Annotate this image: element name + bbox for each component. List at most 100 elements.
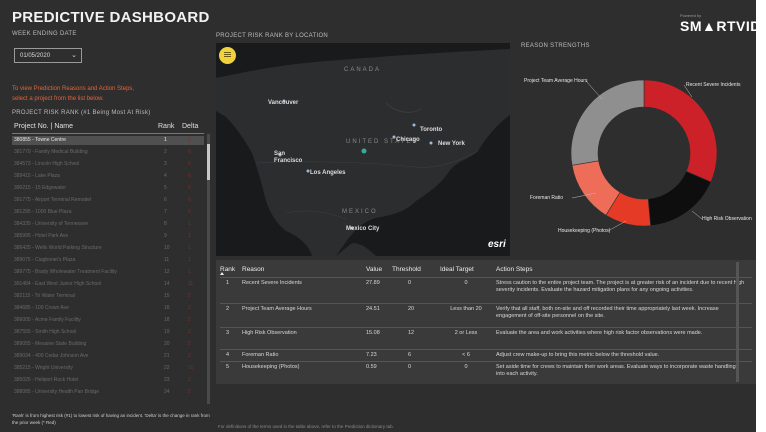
donut-leader-line (607, 220, 627, 232)
map-label-city: Toronto (420, 127, 443, 133)
project-row[interactable]: 380855 - Towne Centre 1 0 (12, 136, 204, 145)
project-row[interactable]: 385995 - Hotel Park Ave 9 1 (12, 232, 204, 241)
project-delta: 0 (188, 137, 191, 143)
reason-name: Foreman Ratio (242, 352, 279, 358)
map-label-country: MEXICO (342, 209, 378, 215)
rank-footnote: 'Rank' is from highest risk (#1) to lowe… (12, 413, 210, 425)
project-row[interactable]: 382115 - Tri Water Terminal 15 2 (12, 292, 204, 301)
column-header-reason[interactable]: Reason (242, 266, 264, 273)
project-map[interactable]: CANADA UNITED STATES MEXICO Vancouver To… (216, 43, 510, 256)
project-rank: 20 (164, 341, 170, 347)
scrollbar-thumb[interactable] (207, 144, 210, 180)
project-rank: 11 (164, 257, 170, 263)
project-rank: 23 (164, 377, 170, 383)
table-scrollbar[interactable] (736, 262, 739, 382)
menu-icon (224, 52, 231, 53)
project-row[interactable]: 389775 - Brady Wholewater Treatment Faci… (12, 268, 204, 277)
project-row[interactable]: 387555 - Smith High School 19 2 (12, 328, 204, 337)
project-row[interactable]: 386005 - Acme Family Facility 18 2 (12, 316, 204, 325)
project-rank: 12 (164, 269, 170, 275)
reason-rank: 4 (226, 352, 230, 358)
project-row[interactable]: 384335 - University of Tennessee 8 1 (12, 220, 204, 229)
map-landmass (216, 49, 510, 256)
project-row[interactable]: 384573 - Lincoln High School 3 0 (12, 160, 204, 169)
project-rank: 7 (164, 209, 167, 215)
map-label-city: Los Angeles (310, 170, 346, 176)
row-divider (220, 277, 752, 278)
project-row[interactable]: 384685 - 100 Crown Ave 16 2 (12, 304, 204, 313)
project-rank: 1 (164, 137, 167, 143)
reason-action-steps: Set aside time for crews to maintain the… (496, 364, 736, 377)
project-row[interactable]: 389034 - 400 Cedar Johnson Ave 21 2 (12, 352, 204, 361)
reason-ideal-target: 2 or Less (454, 330, 478, 336)
project-delta: 2 (188, 329, 191, 335)
instruction-text: To view Prediction Reasons and Action St… (12, 84, 192, 104)
table-header: Rank Reason Value Threshold Ideal Target… (216, 262, 756, 276)
map-layers-button[interactable] (219, 47, 236, 64)
reason-name: Housekeeping (Photos) (242, 364, 300, 370)
project-delta: 0 (188, 185, 191, 191)
map-label-city: Chicago (396, 137, 420, 143)
reason-value: 15.08 (366, 330, 380, 336)
row-divider (220, 327, 752, 328)
project-name: 391775 - Airport Terminal Remodel (14, 197, 92, 203)
project-list-scrollbar[interactable] (207, 134, 210, 404)
project-name: 385215 - Wright University (14, 365, 73, 371)
reason-name: Recent Severe Incidents (242, 280, 302, 286)
project-list-header: Project No. | Name Rank Delta (12, 120, 204, 134)
project-row[interactable]: 391775 - Airport Terminal Remodel 6 0 (12, 196, 204, 205)
column-header-rank[interactable]: Rank (158, 123, 174, 130)
donut-segment[interactable] (643, 79, 718, 183)
project-name: 381295 - 1000 Blue Plaza (14, 209, 72, 215)
chevron-down-icon: ⌄ (71, 52, 77, 59)
project-name: 385025 - Heliport Rock Hotel (14, 377, 79, 383)
project-row[interactable]: 389415 - Lake Plaza 4 0 (12, 172, 204, 181)
project-row[interactable]: 389055 - Mesaine State Building 20 2 (12, 340, 204, 349)
project-delta: 1 (188, 257, 191, 263)
project-rank: 2 (164, 149, 167, 155)
project-rank: 22 (164, 365, 170, 371)
project-row[interactable]: 391484 - East West Junior High School 14 1… (12, 280, 204, 289)
project-name: 385995 - Hotel Park Ave (14, 233, 69, 239)
project-row[interactable]: 381295 - 1000 Blue Plaza 7 0 (12, 208, 204, 217)
reason-action-steps: Evaluate the area and work activities wh… (496, 330, 703, 336)
project-name: 388085 - University Health Pan Bridge (14, 389, 100, 395)
project-row[interactable]: 381779 - Family Medical Building 2 0 (12, 148, 204, 157)
column-header-threshold[interactable]: Threshold (392, 266, 421, 273)
reason-strengths-chart: Project Team Average Hours Recent Severe… (516, 43, 756, 256)
project-row[interactable]: 389075 - Ciagbonet's Plaza 11 1 (12, 256, 204, 265)
row-divider (220, 349, 752, 350)
column-header-delta[interactable]: Delta (182, 123, 198, 130)
project-row[interactable]: 385025 - Heliport Rock Hotel 23 2 (12, 376, 204, 385)
project-name: 389075 - Ciagbonet's Plaza (14, 257, 76, 263)
map-label-city: Vancouver (268, 100, 299, 106)
reason-threshold: 6 (408, 352, 412, 358)
project-rank: 3 (164, 161, 167, 167)
project-row[interactable]: 390215 - 15 Edgewater 5 0 (12, 184, 204, 193)
reason-ideal-target: Less than 20 (450, 306, 482, 312)
reason-ideal-target: 0 (464, 280, 468, 286)
project-row[interactable]: 385215 - Wright University 22 10 (12, 364, 204, 373)
column-header-value[interactable]: Value (366, 266, 382, 273)
reason-rank: 1 (226, 280, 230, 286)
project-delta: 1 (188, 233, 191, 239)
sort-ascending-icon[interactable] (220, 272, 224, 275)
project-name: 389034 - 400 Cedar Johnson Ave (14, 353, 89, 359)
reason-action-steps: Verify that all staff, both on-site and … (496, 306, 719, 319)
week-ending-dropdown[interactable]: 01/05/2020 ⌄ (14, 48, 82, 63)
column-header-ideal-target[interactable]: Ideal Target (440, 266, 474, 273)
row-divider (220, 361, 752, 362)
project-list-title: PROJECT RISK RANK (#1 Being Most At Risk… (12, 110, 151, 116)
map-label-city: San Francisco (274, 151, 303, 164)
project-delta: 2 (188, 353, 191, 359)
column-header-action-steps[interactable]: Action Steps (496, 266, 533, 273)
project-rank: 8 (164, 221, 167, 227)
donut-segment[interactable] (570, 79, 645, 166)
project-delta: 1 (188, 221, 191, 227)
column-header-project[interactable]: Project No. | Name (14, 123, 73, 130)
reason-value: 27.89 (366, 280, 380, 286)
project-rank: 18 (164, 317, 170, 323)
project-row[interactable]: 386425 - Wells World Parking Structure 10… (12, 244, 204, 253)
donut-label: Recent Severe Incidents (686, 82, 741, 88)
project-row[interactable]: 388085 - University Health Pan Bridge 24 2 (12, 388, 204, 397)
